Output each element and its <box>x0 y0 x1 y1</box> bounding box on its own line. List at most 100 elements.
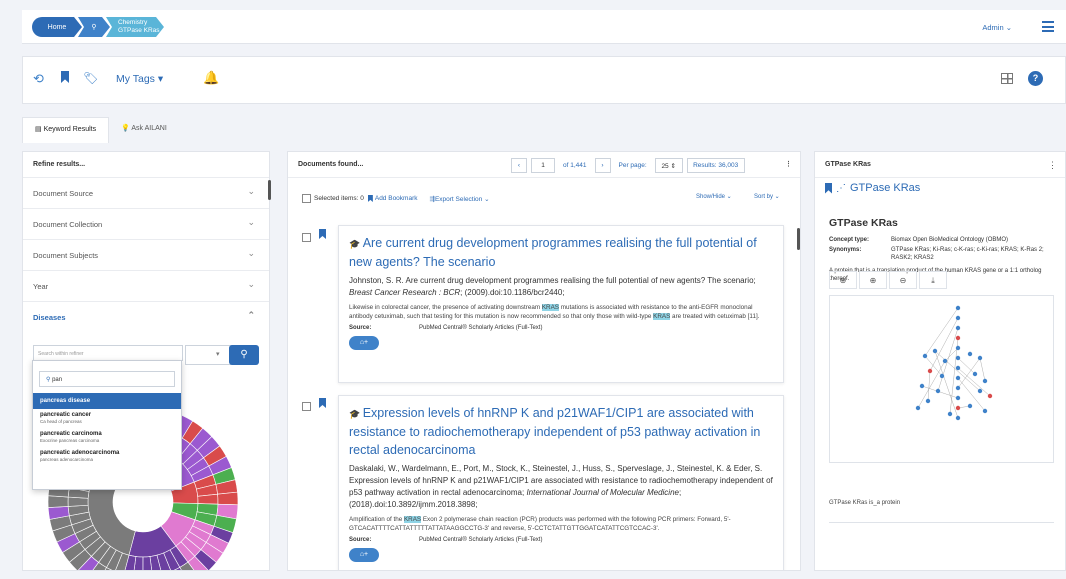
breadcrumb-concept[interactable]: Chemistry GTPase KRas <box>106 17 164 37</box>
graph-node[interactable] <box>955 375 961 381</box>
hamburger-menu-icon[interactable] <box>1042 21 1054 35</box>
graph-node[interactable] <box>915 405 921 411</box>
graph-node[interactable] <box>982 378 988 384</box>
show-hide-button[interactable]: Show/Hide ⌄ <box>696 193 732 200</box>
dropdown-search-input[interactable]: ⚲ pan <box>39 371 175 387</box>
per-page-select[interactable]: 25 ⇕ <box>654 158 683 173</box>
export-selection-button[interactable]: Export Selection ⌄ <box>435 195 490 203</box>
graph-node[interactable] <box>955 395 961 401</box>
refiner-search-select[interactable]: Search within refiner <box>33 345 183 361</box>
sort-by-button[interactable]: Sort by ⌄ <box>754 193 780 200</box>
document-title[interactable]: 🎓 Expression levels of hnRNP K and p21WA… <box>349 404 773 459</box>
help-icon[interactable]: ? <box>1028 71 1043 86</box>
selected-count: Selected items: 0 <box>314 195 364 202</box>
add-tag-button[interactable]: ⌂+ <box>349 336 379 350</box>
graph-node[interactable] <box>919 383 925 389</box>
bookmark-icon[interactable] <box>319 229 326 239</box>
download-icon[interactable]: ⤓ <box>919 271 947 289</box>
concept-type-value: Biomax Open BioMedical Ontology (OBMO) <box>891 237 1009 243</box>
graph-node[interactable] <box>987 393 993 399</box>
graph-node[interactable] <box>927 368 933 374</box>
tags-icon[interactable]: 🏷 <box>83 71 98 85</box>
next-page-button[interactable]: › <box>594 158 611 173</box>
graph-node[interactable] <box>977 388 983 394</box>
graph-node[interactable] <box>955 405 961 411</box>
admin-menu[interactable]: Admin ⌄ <box>982 23 1012 32</box>
graph-node[interactable] <box>955 305 961 311</box>
scrollbar[interactable] <box>797 228 800 250</box>
graph-node[interactable] <box>955 315 961 321</box>
sunburst-segment[interactable] <box>197 493 219 505</box>
graph-node[interactable] <box>922 353 928 359</box>
graph-node[interactable] <box>955 365 961 371</box>
refiner-document-source[interactable]: Document Source ⌄ <box>23 178 269 209</box>
concept-network-graph[interactable] <box>830 296 1055 464</box>
my-tags-dropdown[interactable]: My Tags ▾ <box>116 73 163 85</box>
graph-node[interactable] <box>947 411 953 417</box>
graph-node[interactable] <box>932 348 938 354</box>
breadcrumb-search[interactable]: ⚲ <box>78 17 110 37</box>
dropdown-option[interactable]: pancreas disease <box>33 393 181 409</box>
graph-node[interactable] <box>955 335 961 341</box>
refiner-dropdown: ⚲ pan pancreas disease pancreatic cancer… <box>32 360 182 490</box>
dropdown-option[interactable]: pancreatic carcinoma Exocrine pancreas ca… <box>33 428 181 447</box>
graph-node[interactable] <box>982 408 988 414</box>
zoom-in-icon[interactable]: ⊕ <box>859 271 887 289</box>
graph-node[interactable] <box>955 355 961 361</box>
center-icon[interactable]: ⊕ <box>829 271 857 289</box>
document-title[interactable]: 🎓 Are current drug development programme… <box>349 234 773 271</box>
concept-panel-title: GTPase KRas <box>815 152 1065 178</box>
breadcrumb-home[interactable]: Home <box>32 17 82 37</box>
dropdown-option[interactable]: pancreatic adenocarcinoma pancreas adenoc… <box>33 447 181 466</box>
history-icon[interactable]: ⟲ <box>33 71 44 87</box>
graph-node[interactable] <box>925 398 931 404</box>
concept-graph[interactable] <box>829 295 1054 463</box>
refiner-label: Document Subjects <box>33 251 99 260</box>
add-bookmark-button[interactable]: Add Bookmark <box>375 195 418 202</box>
bookmark-icon[interactable] <box>61 71 69 86</box>
graph-node[interactable] <box>967 351 973 357</box>
refiner-document-subjects[interactable]: Document Subjects ⌄ <box>23 240 269 271</box>
graph-node[interactable] <box>967 403 973 409</box>
prev-page-button[interactable]: ‹ <box>511 158 527 173</box>
layout-icon[interactable] <box>1001 73 1013 84</box>
refiner-diseases[interactable]: Diseases ⌃ <box>23 302 269 333</box>
scrollbar[interactable] <box>268 180 271 200</box>
dropdown-option[interactable]: pancreatic cancer Ca head of pancreas <box>33 409 181 428</box>
top-bar: Home ⚲ Chemistry GTPase KRas Admin ⌄ <box>22 10 1066 44</box>
refiner-search-button[interactable]: ⚲ <box>229 345 259 365</box>
more-options-icon[interactable]: ⋮ <box>1048 160 1057 171</box>
network-icon[interactable]: ⋰ <box>836 183 846 194</box>
graph-node[interactable] <box>942 358 948 364</box>
sunburst-segment[interactable] <box>47 495 69 508</box>
refiner-year[interactable]: Year ⌄ <box>23 271 269 302</box>
more-options-icon[interactable]: ⋮ <box>785 160 792 168</box>
doc-checkbox[interactable] <box>302 233 311 242</box>
page-input[interactable]: 1 <box>531 158 555 173</box>
chevron-down-icon: ⌄ <box>247 186 255 196</box>
doc-row-controls <box>302 398 326 416</box>
sunburst-segment[interactable] <box>217 491 239 506</box>
tab-ask-ailani[interactable]: 💡 Ask AILANI <box>109 117 179 143</box>
graph-node[interactable] <box>955 415 961 421</box>
bookmark-icon[interactable] <box>825 182 832 194</box>
graph-edge <box>924 307 959 357</box>
graph-edge <box>979 357 986 382</box>
option-label: pancreatic cancer <box>40 412 92 418</box>
zoom-out-icon[interactable]: ⊖ <box>889 271 917 289</box>
refiner-document-collection[interactable]: Document Collection ⌄ <box>23 209 269 240</box>
doc-checkbox[interactable] <box>302 402 311 411</box>
bell-icon[interactable]: 🔔 <box>203 70 219 86</box>
graph-node[interactable] <box>955 385 961 391</box>
bookmark-icon[interactable] <box>319 398 326 408</box>
tab-keyword-results[interactable]: ▤ Keyword Results <box>22 117 110 143</box>
add-tag-button[interactable]: ⌂+ <box>349 548 379 562</box>
graph-node[interactable] <box>955 325 961 331</box>
graph-node[interactable] <box>972 371 978 377</box>
graph-node[interactable] <box>977 355 983 361</box>
graph-node[interactable] <box>955 345 961 351</box>
graph-node[interactable] <box>935 388 941 394</box>
breadcrumb: Home ⚲ Chemistry GTPase KRas <box>32 17 164 37</box>
select-all-checkbox[interactable] <box>302 194 311 203</box>
graph-node[interactable] <box>939 373 945 379</box>
